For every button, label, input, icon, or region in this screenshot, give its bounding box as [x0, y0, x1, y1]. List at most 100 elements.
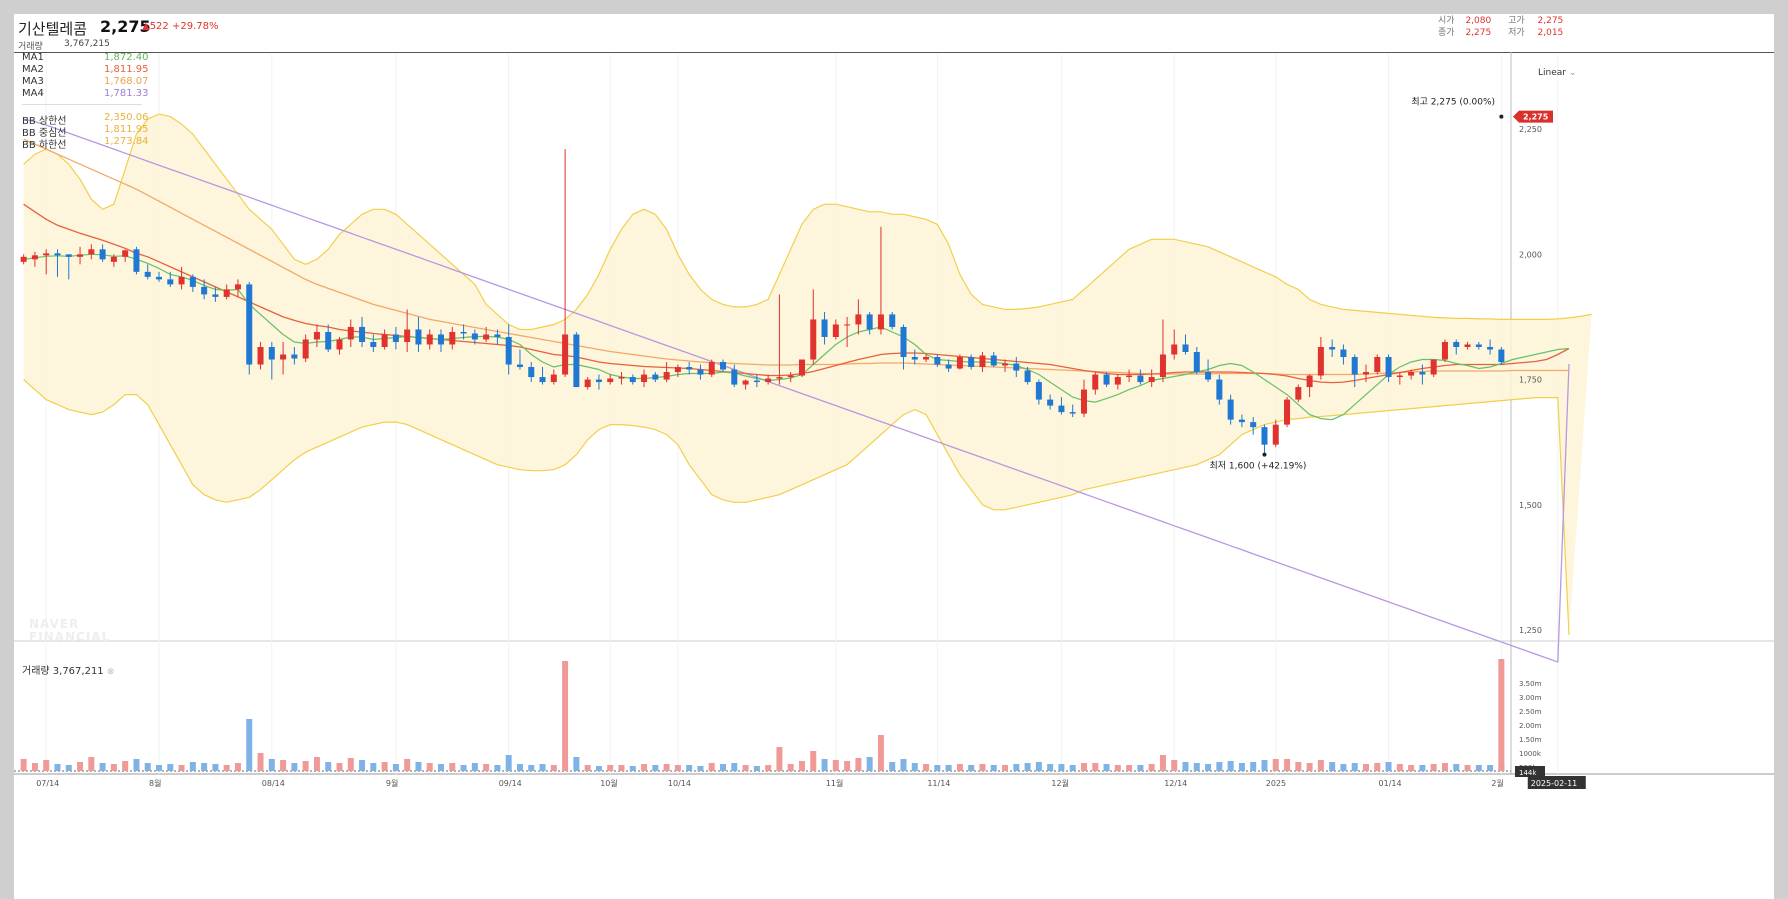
- candle-body: [1047, 399, 1054, 406]
- volume-bar: [302, 761, 309, 771]
- volume-bar: [1216, 762, 1223, 771]
- candle-body: [392, 334, 399, 342]
- candle-body: [866, 314, 873, 330]
- volume-tag-label: 144k: [1519, 769, 1537, 777]
- volume-bar: [156, 765, 163, 771]
- y-tick-label: 2,250: [1519, 125, 1542, 134]
- candle-body: [855, 314, 862, 325]
- legend-value: 1,768.07: [104, 76, 149, 87]
- x-tick-label: 11월: [826, 778, 844, 788]
- candle-body: [460, 331, 467, 334]
- candle-body: [246, 284, 253, 365]
- candle-body: [629, 377, 636, 383]
- volume-bar: [1464, 765, 1471, 771]
- volume-bar: [438, 764, 445, 771]
- volume-bar: [404, 759, 411, 771]
- candle-body: [347, 326, 354, 340]
- chevron-down-icon: ⌄: [1568, 68, 1577, 78]
- volume-bar: [189, 762, 196, 771]
- x-tick-label: 12/14: [1164, 779, 1187, 788]
- candle-body: [144, 271, 151, 277]
- candle: [246, 281, 253, 771]
- candle: [1295, 384, 1302, 771]
- volume-bar: [257, 753, 264, 771]
- volume-bar: [1408, 765, 1415, 771]
- volume-tick-label: 1.50m: [1519, 736, 1542, 744]
- app-frame: 기산텔레콤 2,275 ▲522 +29.78% 거래량 3,767,215 시…: [0, 0, 1788, 899]
- candle-body: [968, 357, 975, 368]
- candle-body: [1385, 357, 1392, 378]
- volume-bar: [990, 765, 997, 771]
- legend-label: BB 하한선: [22, 140, 67, 151]
- legend-value: 2,350.06: [104, 112, 149, 123]
- x-tick-label: 11/14: [927, 779, 950, 788]
- volume-bar: [20, 759, 27, 771]
- volume-bar: [392, 764, 399, 771]
- x-tick-label: 12월: [1051, 778, 1069, 788]
- candle-body: [900, 326, 907, 358]
- candle-body: [77, 254, 84, 257]
- candle-body: [1329, 346, 1336, 350]
- candle-body: [370, 341, 377, 347]
- candle-body: [88, 249, 95, 255]
- candle-body: [652, 374, 659, 380]
- candle-body: [1250, 422, 1257, 428]
- candle-body: [1498, 349, 1505, 363]
- candle-body: [54, 253, 61, 256]
- volume-bar: [832, 760, 839, 771]
- candle: [652, 372, 659, 771]
- candle-body: [313, 331, 320, 340]
- volume-bar: [607, 765, 614, 771]
- x-tick-label: 10/14: [668, 779, 691, 788]
- candle: [1284, 397, 1291, 771]
- volume-bar: [776, 747, 783, 771]
- volume-bar: [889, 762, 896, 771]
- candle: [1487, 339, 1494, 771]
- volume-bar: [1272, 759, 1279, 771]
- close-icon[interactable]: ⊗: [107, 667, 115, 677]
- candle: [618, 372, 625, 771]
- scale-mode-select[interactable]: Linear ⌄: [1538, 68, 1576, 78]
- candle-body: [1419, 372, 1426, 375]
- volume-bar: [798, 761, 805, 771]
- candle-body: [787, 375, 794, 378]
- legend-label: MA4: [22, 88, 44, 99]
- candle-body: [663, 372, 670, 380]
- candle-body: [1002, 363, 1009, 366]
- candle-body: [1126, 375, 1133, 378]
- price-chart[interactable]: 1,250 1,500 1,750 2,000 2,250 3.50m 3.00m 2.50m…: [14, 14, 1774, 899]
- volume-bar-latest: [1498, 659, 1505, 771]
- volume-bar: [449, 763, 456, 771]
- volume-bar: [234, 763, 241, 771]
- volume-bar: [956, 764, 963, 771]
- volume-bar: [516, 764, 523, 771]
- candle-body: [1216, 379, 1223, 400]
- current-date-badge: 2025-02-11: [1527, 776, 1586, 789]
- candle-body: [31, 255, 38, 260]
- candle-body: [573, 334, 580, 388]
- candle-body: [65, 254, 72, 257]
- volume-bar: [88, 757, 95, 771]
- volume-bar: [1024, 763, 1031, 771]
- volume-bar: [562, 661, 569, 771]
- x-tick-label: 01/14: [1379, 779, 1402, 788]
- volume-bar: [268, 759, 275, 771]
- volume-tick-label: 3.00m: [1519, 694, 1542, 702]
- candle-body: [1453, 341, 1460, 347]
- volume-bar: [1193, 763, 1200, 771]
- candle-body: [674, 367, 681, 373]
- high-marker: [1499, 114, 1504, 119]
- volume-bar: [178, 765, 185, 771]
- candle-body: [1205, 372, 1212, 380]
- candle-body: [889, 314, 896, 327]
- volume-bar: [1126, 765, 1133, 771]
- candle-body: [956, 357, 963, 369]
- x-tick-label: 8월: [149, 778, 161, 788]
- volume-panel-title: 거래량 3,767,211 ⊗: [22, 662, 114, 677]
- volume-bar: [1430, 764, 1437, 771]
- naver-financial-logo: NAVER FINANCIAL: [29, 618, 110, 644]
- volume-bar: [1182, 762, 1189, 771]
- candle: [1362, 364, 1369, 771]
- volume-bar: [618, 765, 625, 771]
- price-tag-label: 2,275: [1523, 113, 1549, 122]
